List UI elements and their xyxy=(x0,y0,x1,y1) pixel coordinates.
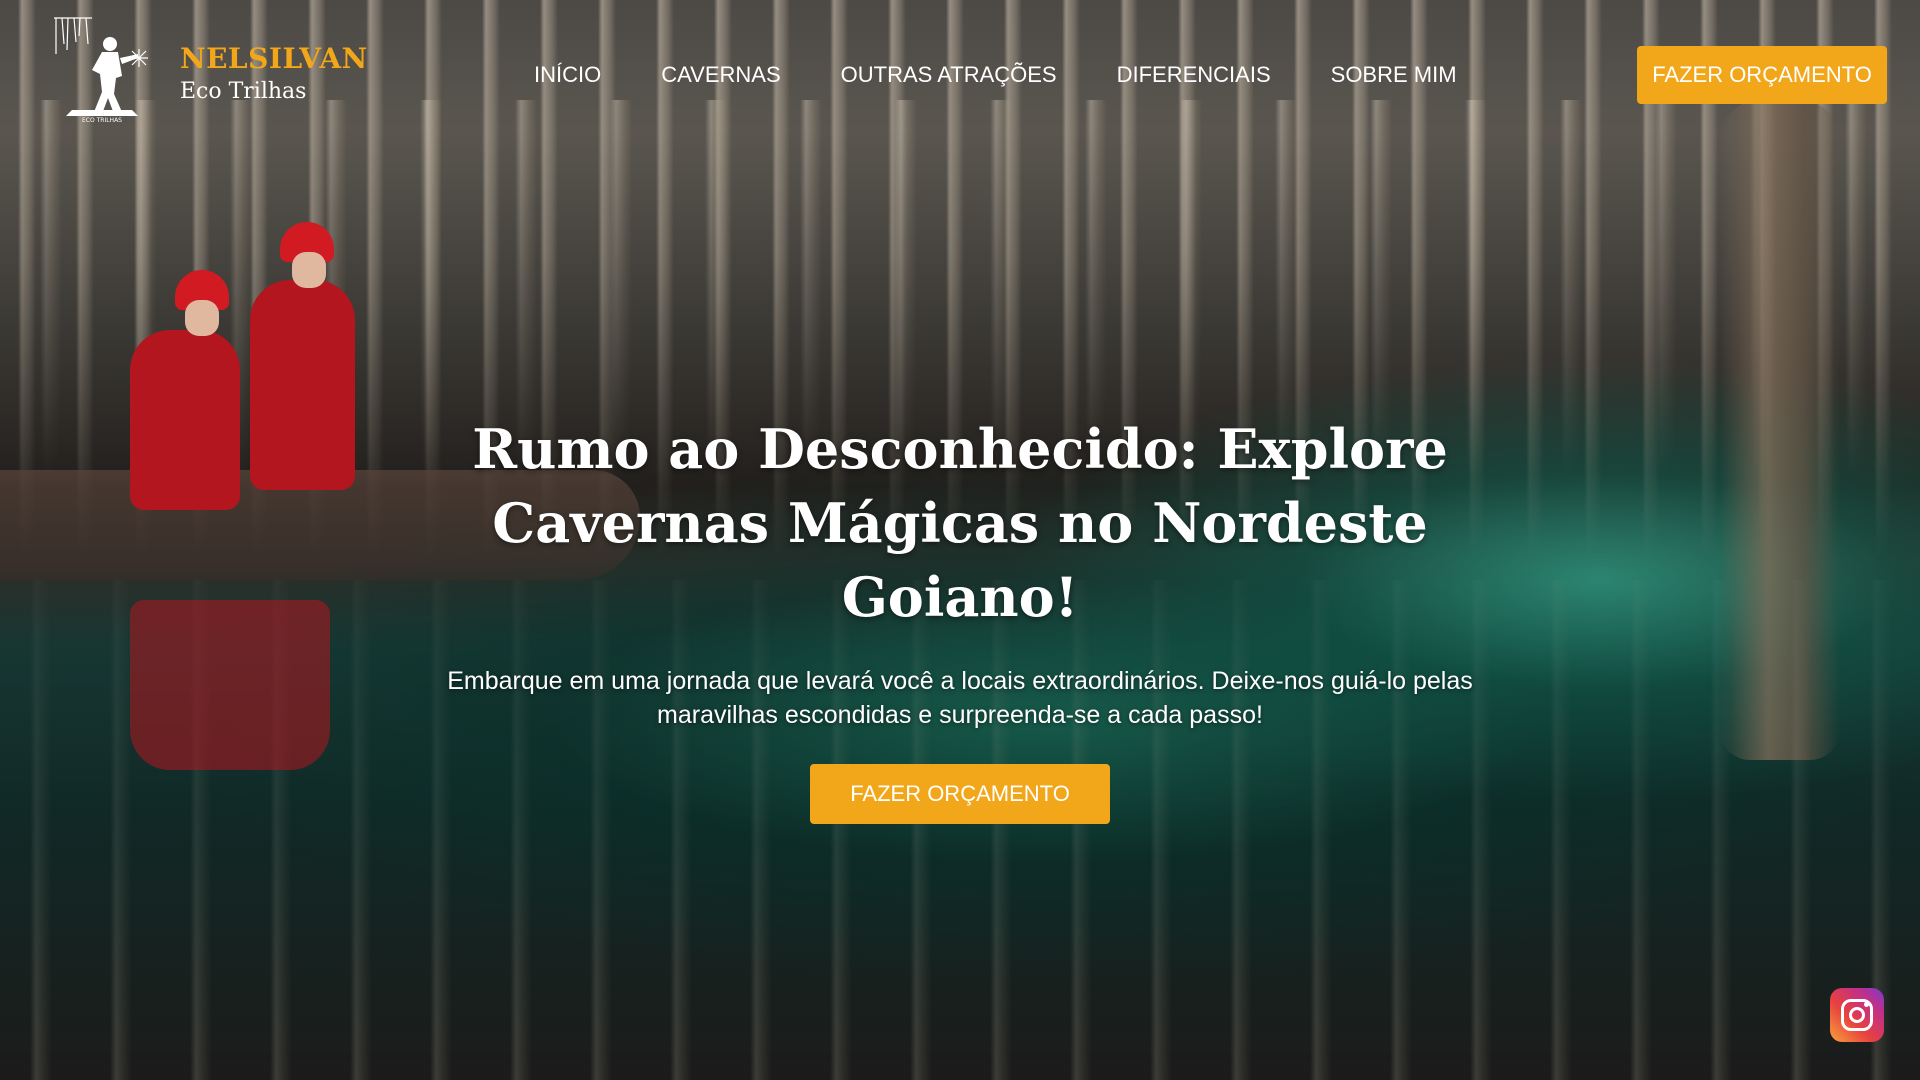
hero-content: Rumo ao Desconhecido: Explore Cavernas M… xyxy=(0,412,1920,824)
explorer-right-face xyxy=(292,252,326,288)
site-header: ECO TRILHAS NELSILVAN Eco Trilhas INÍCIO… xyxy=(0,0,1920,150)
caver-silhouette-logo-icon[interactable]: ECO TRILHAS xyxy=(52,14,152,126)
header-quote-button[interactable]: FAZER ORÇAMENTO xyxy=(1637,46,1887,104)
brand-name[interactable]: NELSILVAN xyxy=(180,42,368,75)
hero-title: Rumo ao Desconhecido: Explore Cavernas M… xyxy=(472,417,1448,629)
nav-item-sobre-mim[interactable]: SOBRE MIM xyxy=(1331,62,1457,88)
nav-item-diferenciais[interactable]: DIFERENCIAIS xyxy=(1117,62,1271,88)
instagram-icon-dot xyxy=(1864,1002,1869,1007)
nav-item-outras-atracoes[interactable]: OUTRAS ATRAÇÕES xyxy=(841,62,1057,88)
hero-description: Embarque em uma jornada que levará você … xyxy=(447,667,1473,729)
instagram-icon-lens xyxy=(1849,1007,1865,1023)
hero-quote-button[interactable]: FAZER ORÇAMENTO xyxy=(810,764,1110,824)
nav-item-inicio[interactable]: INÍCIO xyxy=(534,62,601,88)
main-nav: INÍCIO CAVERNAS OUTRAS ATRAÇÕES DIFERENC… xyxy=(534,62,1457,88)
brand-subtitle: Eco Trilhas xyxy=(180,79,307,104)
hero-section: ECO TRILHAS NELSILVAN Eco Trilhas INÍCIO… xyxy=(0,0,1920,1080)
explorer-left-face xyxy=(185,300,219,336)
svg-text:ECO TRILHAS: ECO TRILHAS xyxy=(82,117,122,124)
instagram-icon[interactable] xyxy=(1830,988,1884,1042)
nav-item-cavernas[interactable]: CAVERNAS xyxy=(661,62,780,88)
